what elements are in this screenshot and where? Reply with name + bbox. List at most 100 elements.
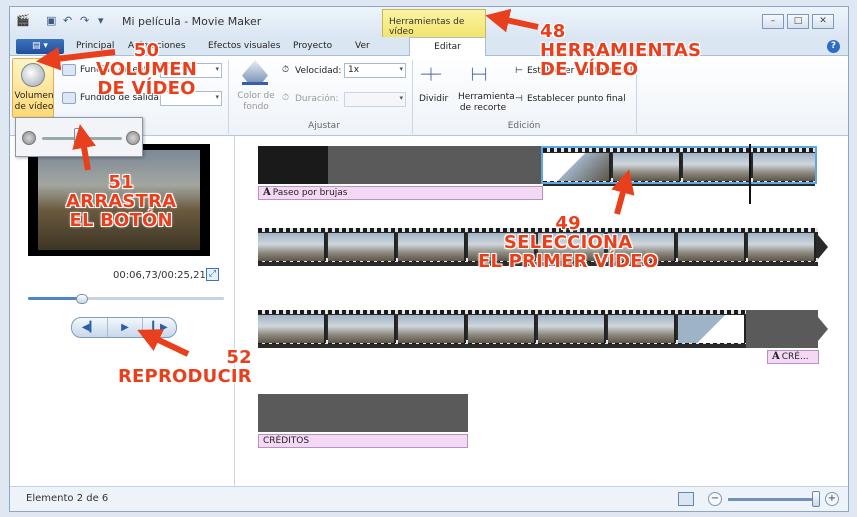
volume-popup <box>15 117 143 157</box>
group-separator <box>412 60 413 134</box>
close-button[interactable]: ✕ <box>812 14 834 29</box>
annotation-49: 49 SELECCIONA EL PRIMER VÍDEO <box>478 214 658 271</box>
caption-creditos-text: CRÉDITOS <box>263 436 310 446</box>
zoom-slider-track[interactable] <box>728 498 816 501</box>
continue-arrow-icon <box>818 235 828 259</box>
volume-slider-thumb[interactable] <box>74 128 82 146</box>
timeline-row-3[interactable] <box>258 310 746 348</box>
pane-divider[interactable] <box>234 136 235 486</box>
play-button[interactable]: ▶ <box>107 318 142 337</box>
redo-icon[interactable]: ↷ <box>80 14 89 27</box>
split-button[interactable]: Dividir <box>419 94 448 104</box>
video-frame <box>748 233 816 261</box>
seek-bar[interactable] <box>28 297 224 300</box>
continue-arrow-icon <box>818 317 828 341</box>
seek-thumb[interactable] <box>76 294 88 304</box>
seek-progress <box>28 297 81 300</box>
annotation-50: 50 VOLUMEN DE VÍDEO <box>96 41 197 98</box>
video-frame <box>608 315 676 343</box>
tab-editar[interactable]: Editar <box>409 37 486 57</box>
set-start-icon: ⊢ <box>515 66 523 76</box>
time-readout: 00:06,73/00:25,21 <box>113 270 206 281</box>
zoom-in-button[interactable]: + <box>825 492 839 506</box>
window-title: Mi película - Movie Maker <box>122 15 262 28</box>
trim-tool-button[interactable]: Herramienta de recorte <box>458 92 515 114</box>
chevron-down-icon: ▾ <box>215 65 219 73</box>
video-frame <box>538 315 606 343</box>
annotation-49-text: 49 SELECCIONA EL PRIMER VÍDEO <box>478 213 659 272</box>
tab-proyecto[interactable]: Proyecto <box>293 41 332 51</box>
trim-tool-icon: ├─┤ <box>469 68 489 81</box>
caption-paseo-text: Paseo por brujas <box>272 188 348 198</box>
zoom-slider-thumb[interactable] <box>812 491 820 507</box>
video-frame <box>328 233 396 261</box>
title-bar: 🎬 ▣ ↶ ↷ ▾ Mi película - Movie Maker Herr… <box>10 7 848 37</box>
caption-creditos-small[interactable]: A CRÉ... <box>767 350 819 364</box>
volume-slider-track[interactable] <box>42 137 122 140</box>
speaker-icon <box>21 63 45 87</box>
caption-creditos-small-text: CRÉ... <box>781 352 809 362</box>
chevron-down-icon: ▾ <box>215 93 219 101</box>
selection-outline <box>541 146 817 184</box>
status-text: Elemento 2 de 6 <box>26 493 109 504</box>
caption-creditos[interactable]: CRÉDITOS <box>258 434 468 448</box>
film-perforations <box>258 310 746 314</box>
undo-icon[interactable]: ↶ <box>63 14 72 27</box>
duration-label: Duración: <box>295 94 339 104</box>
chevron-down-icon: ▾ <box>399 65 403 73</box>
group-label-ajustar: Ajustar <box>308 121 340 131</box>
text-caption-icon: A <box>772 351 780 362</box>
fade-in-icon <box>62 64 76 76</box>
paint-bucket-icon[interactable] <box>242 60 268 82</box>
video-volume-button[interactable]: Volumen de vídeo <box>12 58 54 118</box>
speed-select[interactable]: 1x ▾ <box>344 63 406 78</box>
next-frame-button[interactable]: ▎▶ <box>142 318 177 337</box>
tab-efectos-visuales[interactable]: Efectos visuales <box>208 41 280 51</box>
credits-clip-row3[interactable] <box>746 310 818 348</box>
expand-preview-icon[interactable]: ⤢ <box>206 268 219 281</box>
playhead[interactable] <box>749 144 751 204</box>
video-frame <box>398 233 466 261</box>
background-color-swatch <box>242 82 268 85</box>
thumbnail-size-icon[interactable] <box>678 492 694 506</box>
save-icon[interactable]: ▣ <box>46 14 56 27</box>
max-volume-icon[interactable] <box>126 131 140 145</box>
mute-icon[interactable] <box>22 131 36 145</box>
annotation-52-text: 52 REPRODUCIR <box>118 347 252 387</box>
video-frame <box>468 315 536 343</box>
fade-out-icon <box>62 92 76 104</box>
credits-clip[interactable] <box>258 394 468 432</box>
speed-label: Velocidad: <box>295 66 342 76</box>
video-frame <box>678 315 746 343</box>
previous-frame-button[interactable]: ◀▎ <box>72 318 107 337</box>
maximize-button[interactable]: □ <box>787 14 809 29</box>
duration-icon: ⏱ <box>282 93 290 103</box>
video-frame <box>398 315 466 343</box>
set-end-icon: ⊣ <box>515 94 523 104</box>
help-icon[interactable]: ? <box>827 40 840 53</box>
caption-paseo[interactable]: A Paseo por brujas <box>258 186 543 200</box>
background-color-button[interactable]: Color de fondo <box>236 91 276 113</box>
annotation-52: 52 REPRODUCIR <box>118 348 252 386</box>
group-label-edicion: Edición <box>507 121 541 131</box>
split-icon: ─┼─ <box>421 68 441 81</box>
chevron-down-icon: ▾ <box>399 94 403 102</box>
video-volume-label: Volumen de vídeo <box>14 91 54 112</box>
annotation-50-text: 50 VOLUMEN DE VÍDEO <box>96 40 198 99</box>
video-frame <box>678 233 746 261</box>
title-clip[interactable] <box>258 146 328 184</box>
duration-select[interactable]: ▾ <box>344 92 406 107</box>
video-tools-context-tab[interactable]: Herramientas de vídeo <box>382 9 486 37</box>
customize-toolbar-icon[interactable]: ▾ <box>98 14 104 27</box>
tab-ver[interactable]: Ver <box>355 41 370 51</box>
speed-icon: ⏱ <box>282 65 290 75</box>
video-frame <box>328 315 396 343</box>
playback-controls: ◀▎ ▶ ▎▶ <box>71 317 177 338</box>
annotation-51-text: 51 ARRASTRA EL BOTÓN <box>66 172 177 231</box>
file-menu-button[interactable]: ▤ ▾ <box>16 39 64 54</box>
video-frame <box>258 233 326 261</box>
minimize-button[interactable]: – <box>762 14 784 29</box>
set-end-point-button[interactable]: Establecer punto final <box>527 94 626 104</box>
zoom-out-button[interactable]: − <box>708 492 722 506</box>
annotation-48-text: 48 HERRAMIENTAS DE VÍDEO <box>540 21 702 80</box>
